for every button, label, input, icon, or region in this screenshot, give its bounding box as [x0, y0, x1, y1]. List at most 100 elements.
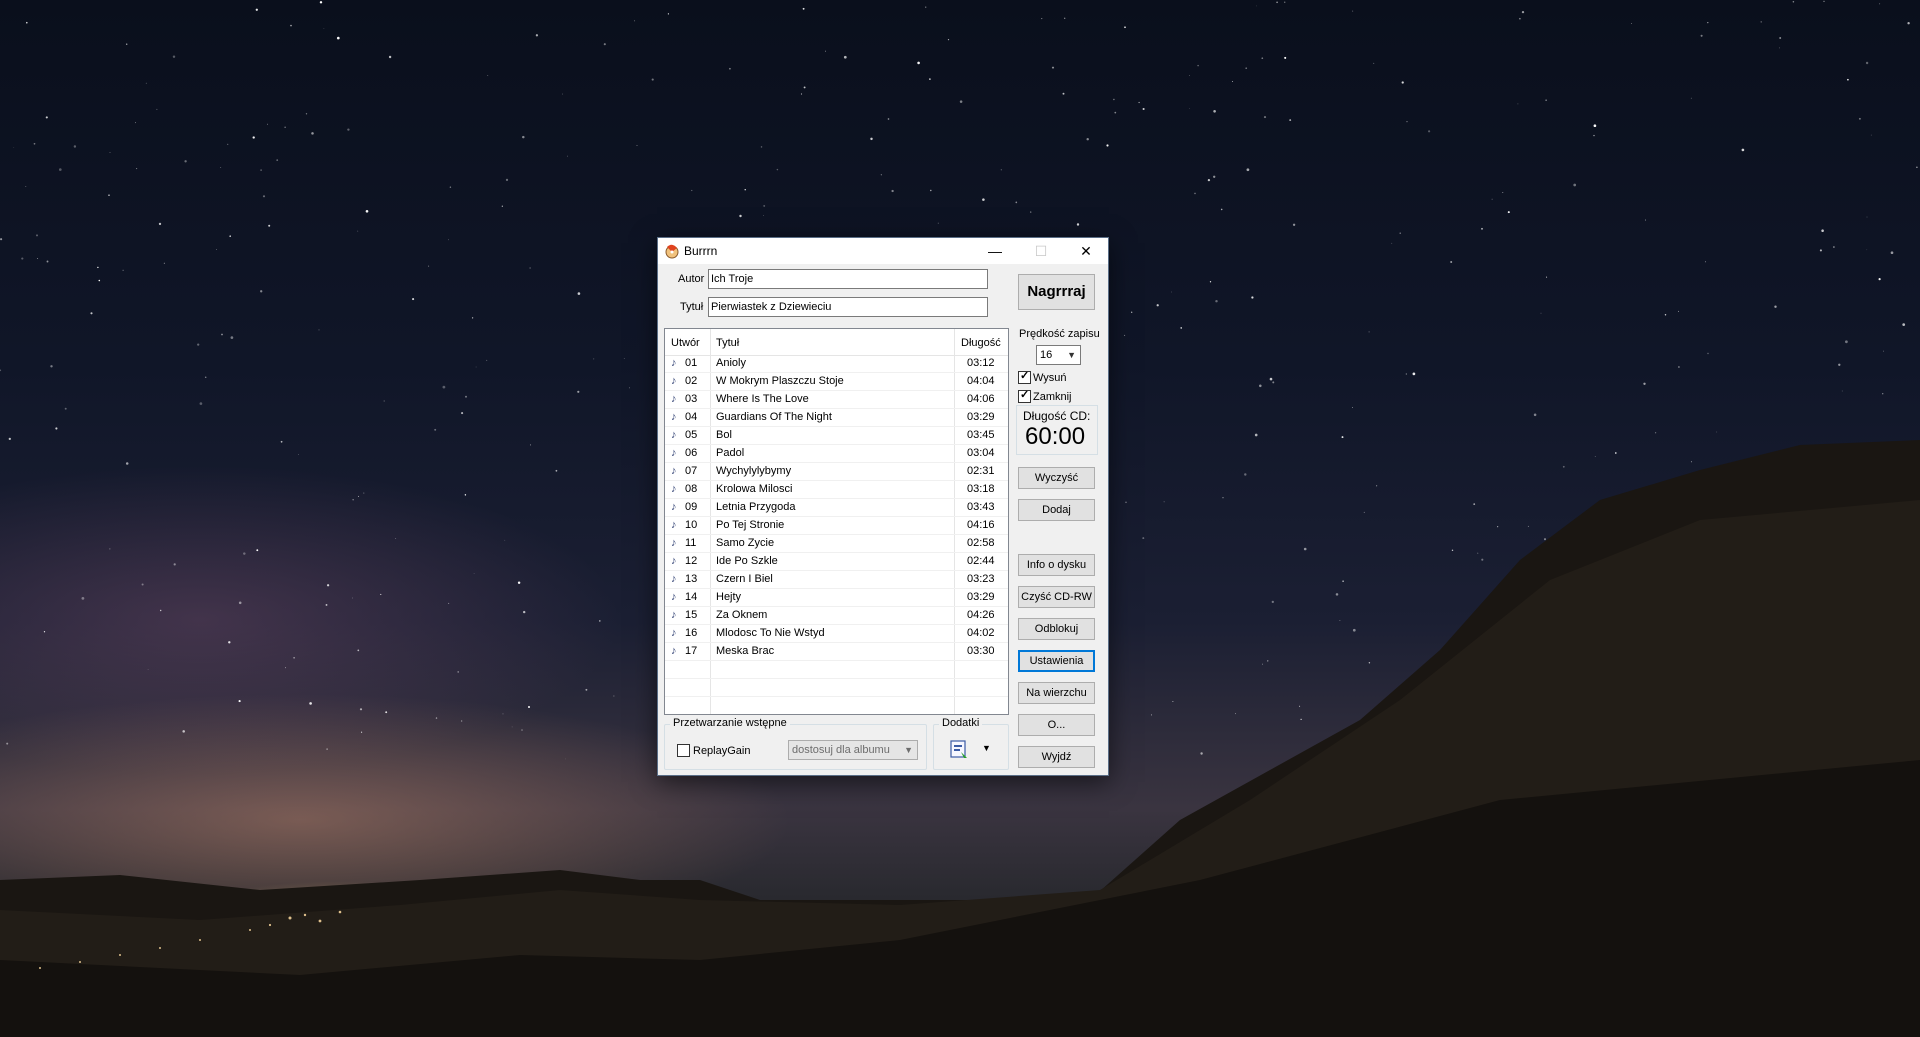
track-length: 03:12: [967, 357, 995, 369]
on-top-button[interactable]: Na wierzchu: [1018, 682, 1095, 704]
track-number: 14: [685, 591, 698, 603]
track-title: Ide Po Szkle: [716, 555, 778, 567]
track-row[interactable]: ♪ 02 W Mokrym Plaszczu Stoje 04:04: [665, 373, 1008, 391]
track-row[interactable]: ♪ 03 Where Is The Love 04:06: [665, 391, 1008, 409]
unlock-button[interactable]: Odblokuj: [1018, 618, 1095, 640]
track-row[interactable]: ♪ 17 Meska Brac 03:30: [665, 643, 1008, 661]
column-title[interactable]: Tytuł: [716, 337, 739, 349]
music-note-icon: ♪: [671, 501, 677, 513]
title-input[interactable]: Pierwiastek z Dziewieciu: [708, 297, 988, 317]
track-title: Czern I Biel: [716, 573, 773, 585]
track-row[interactable]: ♪ 11 Samo Zycie 02:58: [665, 535, 1008, 553]
chevron-down-icon: ▼: [904, 745, 913, 755]
track-number: 07: [685, 465, 698, 477]
track-row[interactable]: ♪ 09 Letnia Przygoda 03:43: [665, 499, 1008, 517]
track-length: 03:23: [967, 573, 995, 585]
author-input[interactable]: Ich Troje: [708, 269, 988, 289]
track-row[interactable]: ♪ 04 Guardians Of The Night 03:29: [665, 409, 1008, 427]
plugin-icon[interactable]: [948, 738, 970, 760]
music-note-icon: ♪: [671, 429, 677, 441]
title-label: Tytuł: [680, 301, 704, 313]
speed-select[interactable]: 16 ▼: [1036, 345, 1081, 365]
maximize-button[interactable]: ☐: [1018, 238, 1064, 264]
music-note-icon: ♪: [671, 537, 677, 549]
about-button[interactable]: O...: [1018, 714, 1095, 736]
track-length: 03:18: [967, 483, 995, 495]
track-number: 15: [685, 609, 698, 621]
track-row[interactable]: ♪ 05 Bol 03:45: [665, 427, 1008, 445]
add-button[interactable]: Dodaj: [1018, 499, 1095, 521]
close-tray-label[interactable]: Zamknij: [1033, 391, 1072, 403]
track-row[interactable]: ♪ 10 Po Tej Stronie 04:16: [665, 517, 1008, 535]
track-row[interactable]: ♪ 01 Anioly 03:12: [665, 355, 1008, 373]
track-row[interactable]: ♪ 16 Mlodosc To Nie Wstyd 04:02: [665, 625, 1008, 643]
track-row[interactable]: ♪ 08 Krolowa Milosci 03:18: [665, 481, 1008, 499]
track-title: Where Is The Love: [716, 393, 809, 405]
settings-button[interactable]: Ustawienia: [1018, 650, 1095, 672]
eject-checkbox[interactable]: [1018, 369, 1031, 384]
close-tray-checkbox[interactable]: [1018, 388, 1031, 403]
track-length: 03:04: [967, 447, 995, 459]
speed-label: Prędkość zapisu: [1019, 328, 1100, 340]
preprocessing-group: Przetwarzanie wstępne ReplayGain dostosu…: [664, 717, 927, 770]
track-row[interactable]: ♪ 07 Wychylylybymy 02:31: [665, 463, 1008, 481]
replaygain-label[interactable]: ReplayGain: [693, 745, 750, 757]
track-number: 10: [685, 519, 698, 531]
track-length: 02:31: [967, 465, 995, 477]
track-title: W Mokrym Plaszczu Stoje: [716, 375, 844, 387]
track-row[interactable]: ♪ 13 Czern I Biel 03:23: [665, 571, 1008, 589]
track-number: 05: [685, 429, 698, 441]
track-number: 02: [685, 375, 698, 387]
track-length: 02:44: [967, 555, 995, 567]
replaygain-checkbox[interactable]: [677, 744, 690, 757]
addons-dropdown-icon[interactable]: ▼: [982, 743, 991, 753]
track-length: 03:29: [967, 591, 995, 603]
track-length: 04:06: [967, 393, 995, 405]
track-row[interactable]: ♪ 06 Padol 03:04: [665, 445, 1008, 463]
disc-info-button[interactable]: Info o dysku: [1018, 554, 1095, 576]
column-length[interactable]: Długość: [961, 337, 1001, 349]
track-rows: ♪ 01 Anioly 03:12 ♪ 02 W Mokrym Plaszczu Stoje…: [665, 355, 1008, 714]
replaygain-mode-select[interactable]: dostosuj dla albumu ▼: [788, 740, 918, 760]
replaygain-mode-value: dostosuj dla albumu: [792, 744, 890, 756]
speed-value: 16: [1040, 349, 1053, 361]
cd-length-value: 60:00: [1025, 423, 1086, 450]
burn-button[interactable]: Nagrrraj: [1018, 274, 1095, 310]
cd-length-panel: Długość CD: 60:00: [1016, 405, 1098, 455]
track-length: 04:04: [967, 375, 995, 387]
music-note-icon: ♪: [671, 411, 677, 423]
track-title: Bol: [716, 429, 732, 441]
eject-label[interactable]: Wysuń: [1033, 372, 1067, 384]
track-row[interactable]: ♪ 15 Za Oknem 04:26: [665, 607, 1008, 625]
track-title: Mlodosc To Nie Wstyd: [716, 627, 825, 639]
track-row[interactable]: ♪ 12 Ide Po Szkle 02:44: [665, 553, 1008, 571]
track-row[interactable]: ♪ 14 Hejty 03:29: [665, 589, 1008, 607]
music-note-icon: ♪: [671, 393, 677, 405]
cd-length-label: Długość CD:: [1023, 409, 1091, 423]
track-number: 13: [685, 573, 698, 585]
track-title: Samo Zycie: [716, 537, 775, 549]
music-note-icon: ♪: [671, 555, 677, 567]
music-note-icon: ♪: [671, 591, 677, 603]
track-number: 12: [685, 555, 698, 567]
track-number: 11: [685, 537, 697, 549]
burrrn-window: Burrrn — ☐ ✕ Autor Ich Troje Tytuł Pierw…: [657, 237, 1109, 776]
music-note-icon: ♪: [671, 627, 677, 639]
track-list[interactable]: Utwór Tytuł Długość ♪ 01 Anioly 03:12 ♪ 02 W M…: [664, 328, 1009, 715]
exit-button[interactable]: Wyjdź: [1018, 746, 1095, 768]
addons-caption: Dodatki: [939, 717, 983, 729]
close-button[interactable]: ✕: [1063, 238, 1109, 264]
track-length: 03:43: [967, 501, 995, 513]
column-track[interactable]: Utwór: [671, 337, 700, 349]
title-bar[interactable]: Burrrn — ☐ ✕: [658, 238, 1108, 264]
erase-cdrw-button[interactable]: Czyść CD-RW: [1018, 586, 1095, 608]
clear-button[interactable]: Wyczyść: [1018, 467, 1095, 489]
burrrn-app-icon: [665, 244, 679, 259]
track-length: 03:30: [967, 645, 995, 657]
track-number: 09: [685, 501, 698, 513]
track-title: Meska Brac: [716, 645, 775, 657]
minimize-button[interactable]: —: [972, 238, 1018, 264]
music-note-icon: ♪: [671, 645, 677, 657]
track-title: Krolowa Milosci: [716, 483, 793, 495]
empty-row: [665, 661, 1008, 679]
